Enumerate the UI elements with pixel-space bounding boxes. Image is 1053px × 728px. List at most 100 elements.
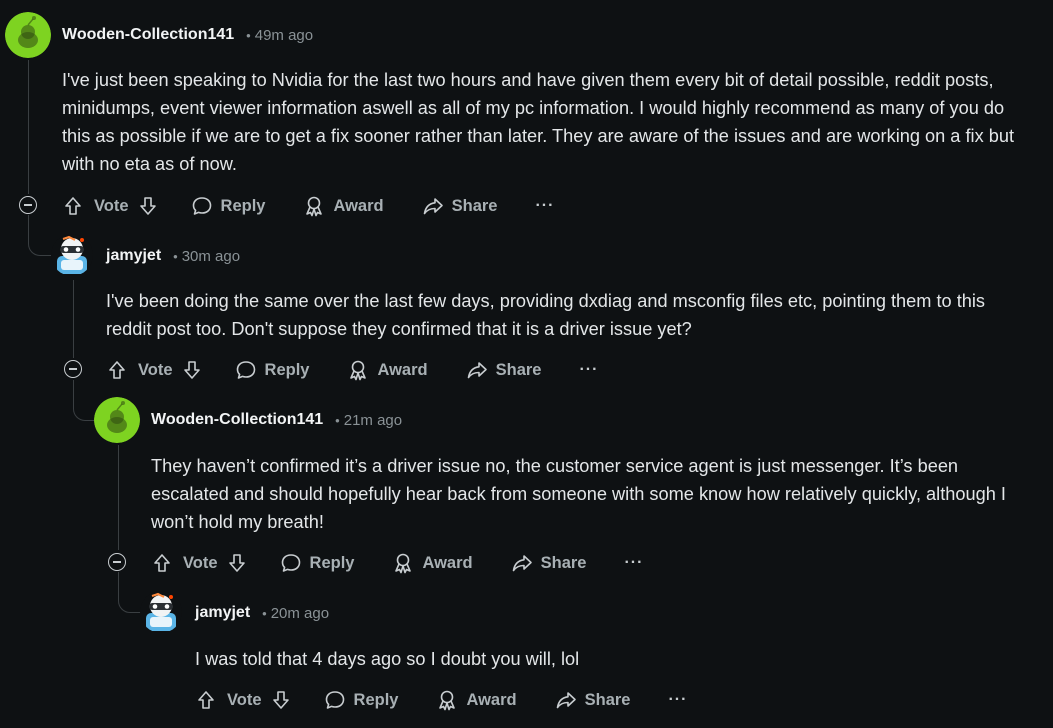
vote-label: Vote — [227, 690, 262, 709]
collapse-button[interactable] — [108, 553, 126, 571]
thread-elbow — [28, 215, 51, 256]
award-button[interactable]: Award — [303, 195, 384, 217]
award-label: Award — [422, 553, 473, 572]
award-icon — [395, 553, 412, 574]
arrow-up-icon — [109, 361, 125, 379]
author-link[interactable]: Wooden-Collection141 — [62, 26, 234, 44]
reply-button[interactable]: Reply — [324, 689, 399, 711]
share-label: Share — [451, 196, 498, 215]
author-link[interactable]: jamyjet — [106, 247, 161, 265]
upvote-button[interactable] — [62, 195, 84, 217]
thread-line — [118, 445, 119, 550]
comment-actions: Vote Reply Award Share ··· — [62, 191, 554, 221]
author-link[interactable]: jamyjet — [195, 604, 250, 622]
comment-body: They haven’t confirmed it’s a driver iss… — [151, 456, 1006, 532]
share-label: Share — [540, 553, 587, 572]
meta-separator: • — [262, 605, 267, 621]
share-arrow-icon — [423, 198, 443, 215]
comment-body: I was told that 4 days ago so I doubt yo… — [195, 649, 580, 669]
reply-label: Reply — [264, 360, 310, 379]
reply-label: Reply — [309, 553, 355, 572]
thread-elbow — [73, 380, 94, 421]
comment-body: I've been doing the same over the last f… — [106, 291, 985, 339]
comment-meta: jamyjet • 30m ago — [106, 247, 240, 265]
arrow-down-icon — [139, 197, 156, 215]
thread-line — [28, 60, 29, 194]
avatar[interactable] — [140, 591, 182, 633]
arrow-up-icon — [198, 691, 214, 709]
thread-line — [73, 280, 74, 358]
reply-label: Reply — [220, 196, 266, 215]
arrow-down-icon — [183, 361, 200, 379]
timestamp[interactable]: 21m ago — [344, 412, 402, 429]
speech-bubble-icon — [325, 691, 344, 709]
comment-meta: Wooden-Collection141 • 21m ago — [151, 411, 402, 429]
thread-elbow — [118, 572, 141, 613]
award-button[interactable]: Award — [347, 359, 428, 381]
upvote-button[interactable] — [195, 689, 217, 711]
comment-actions: Vote Reply Award Share ··· — [151, 548, 643, 578]
avatar[interactable] — [94, 397, 140, 443]
award-icon — [439, 690, 456, 711]
reply-button[interactable]: Reply — [191, 195, 266, 217]
more-options-button[interactable]: ··· — [624, 554, 643, 572]
more-options-button[interactable]: ··· — [579, 361, 598, 379]
share-arrow-icon — [512, 555, 532, 572]
comment-meta: jamyjet • 20m ago — [195, 604, 329, 622]
upvote-button[interactable] — [106, 359, 128, 381]
speech-bubble-icon — [236, 361, 255, 379]
avatar[interactable] — [51, 234, 93, 276]
collapse-button[interactable] — [19, 196, 37, 214]
reply-label: Reply — [353, 690, 399, 709]
speech-bubble-icon — [281, 554, 300, 572]
upvote-button[interactable] — [151, 552, 173, 574]
comment-meta: Wooden-Collection141 • 49m ago — [62, 26, 313, 44]
award-icon — [350, 360, 367, 381]
award-label: Award — [377, 360, 428, 379]
share-label: Share — [495, 360, 542, 379]
comment-actions: Vote Reply Award Share ··· — [106, 355, 598, 385]
collapse-button[interactable] — [64, 360, 82, 378]
comment-body: I've just been speaking to Nvidia for th… — [62, 70, 1015, 174]
speech-bubble-icon — [192, 197, 211, 215]
downvote-button[interactable] — [181, 359, 203, 381]
share-arrow-icon — [556, 692, 576, 709]
award-label: Award — [333, 196, 384, 215]
award-button[interactable]: Award — [436, 689, 517, 711]
reply-button[interactable]: Reply — [235, 359, 310, 381]
share-button[interactable]: Share — [511, 552, 587, 574]
timestamp[interactable]: 20m ago — [271, 605, 329, 622]
award-button[interactable]: Award — [392, 552, 473, 574]
award-label: Award — [466, 690, 517, 709]
downvote-button[interactable] — [137, 195, 159, 217]
reply-button[interactable]: Reply — [280, 552, 355, 574]
downvote-button[interactable] — [226, 552, 248, 574]
meta-separator: • — [246, 27, 251, 43]
share-button[interactable]: Share — [422, 195, 498, 217]
share-arrow-icon — [467, 362, 487, 379]
snoo-green-avatar-icon — [94, 397, 140, 443]
timestamp[interactable]: 30m ago — [182, 248, 240, 265]
snoo-robot-avatar-icon — [140, 591, 182, 633]
downvote-button[interactable] — [270, 689, 292, 711]
vote-label: Vote — [94, 196, 129, 215]
award-icon — [306, 196, 323, 217]
share-button[interactable]: Share — [466, 359, 542, 381]
more-options-button[interactable]: ··· — [668, 691, 687, 709]
more-options-button[interactable]: ··· — [535, 197, 554, 215]
vote-label: Vote — [183, 553, 218, 572]
meta-separator: • — [173, 248, 178, 264]
arrow-up-icon — [154, 554, 170, 572]
snoo-green-avatar-icon — [5, 12, 51, 58]
arrow-up-icon — [65, 197, 81, 215]
share-label: Share — [584, 690, 631, 709]
comment-actions: Vote Reply Award Share ··· — [195, 685, 687, 715]
author-link[interactable]: Wooden-Collection141 — [151, 411, 323, 429]
arrow-down-icon — [272, 691, 289, 709]
vote-label: Vote — [138, 360, 173, 379]
avatar[interactable] — [5, 12, 51, 58]
timestamp[interactable]: 49m ago — [255, 27, 313, 44]
arrow-down-icon — [228, 554, 245, 572]
snoo-robot-avatar-icon — [51, 234, 93, 276]
share-button[interactable]: Share — [555, 689, 631, 711]
